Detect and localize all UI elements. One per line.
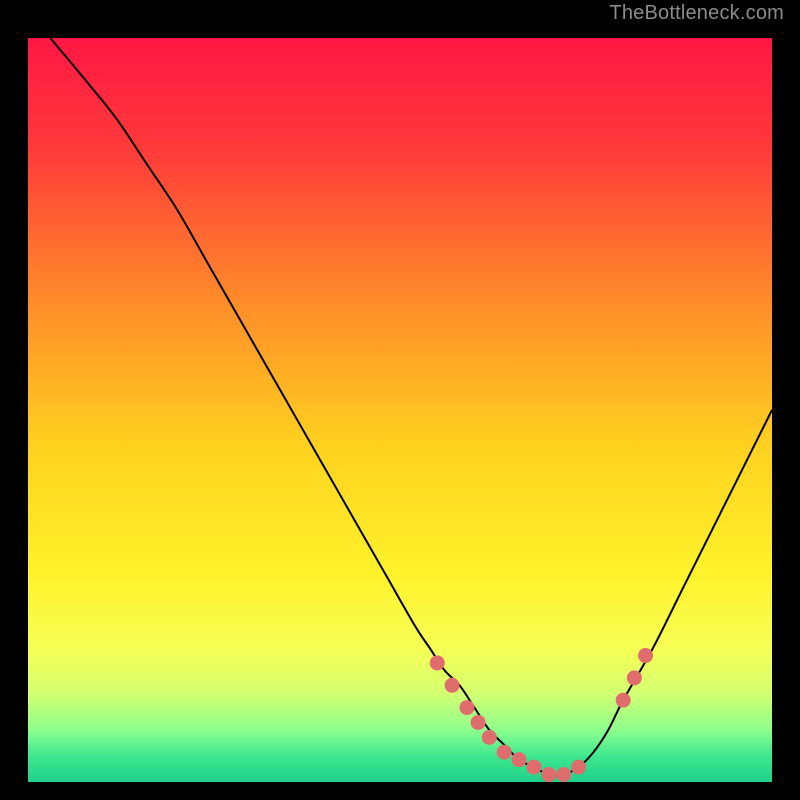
highlight-dot bbox=[430, 655, 445, 670]
highlight-dot bbox=[541, 767, 556, 782]
highlight-dot bbox=[638, 648, 653, 663]
highlight-dot bbox=[627, 670, 642, 685]
highlight-dot bbox=[497, 745, 512, 760]
highlight-dot bbox=[459, 700, 474, 715]
highlight-dot bbox=[526, 760, 541, 775]
highlight-dot bbox=[556, 767, 571, 782]
highlight-dot bbox=[482, 730, 497, 745]
highlight-dot bbox=[471, 715, 486, 730]
chart-svg bbox=[28, 38, 772, 782]
highlight-dot bbox=[571, 760, 586, 775]
plot-area bbox=[28, 38, 772, 782]
highlight-dot bbox=[616, 693, 631, 708]
gradient-rect bbox=[28, 38, 772, 782]
highlight-dot bbox=[512, 752, 527, 767]
watermark-text: TheBottleneck.com bbox=[609, 2, 784, 25]
chart-frame bbox=[14, 24, 786, 796]
highlight-dot bbox=[445, 678, 460, 693]
